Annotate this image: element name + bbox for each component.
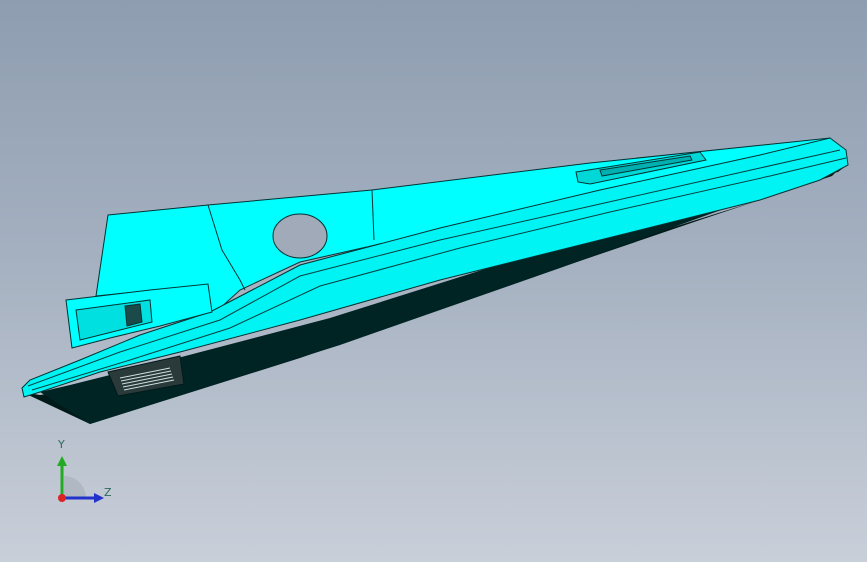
triad-quadrant bbox=[64, 476, 86, 498]
axis-triad-graphic bbox=[57, 456, 104, 503]
3d-viewport[interactable]: Y Z bbox=[0, 0, 867, 562]
mounting-hole bbox=[272, 213, 328, 259]
x-axis-dot bbox=[58, 494, 66, 502]
part-model[interactable] bbox=[0, 0, 867, 562]
axis-triad: Y Z bbox=[40, 436, 130, 516]
z-axis-label: Z bbox=[104, 486, 112, 499]
y-axis-label: Y bbox=[58, 438, 65, 451]
z-axis-arrow bbox=[94, 493, 104, 503]
y-axis-arrow bbox=[57, 456, 67, 466]
bracket-clip bbox=[124, 303, 143, 327]
